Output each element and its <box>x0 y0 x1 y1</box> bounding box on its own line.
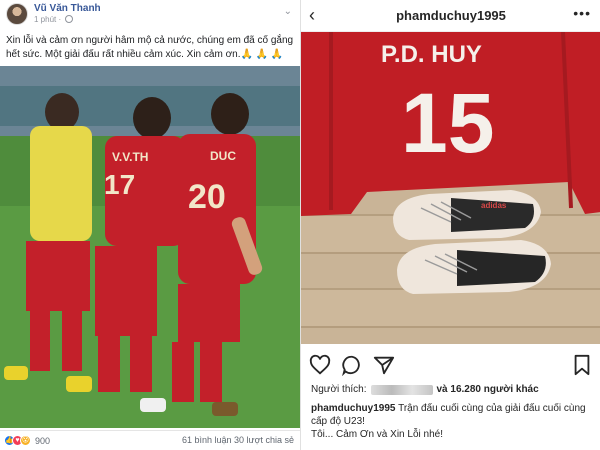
wow-reaction-icon: 😮 <box>20 435 31 446</box>
jersey-right-name: DUC <box>210 149 236 163</box>
post-timestamp[interactable]: 1 phút · <box>34 15 74 24</box>
caption-line-2: Tôi... Cảm Ơn và Xin Lỗi nhé! <box>311 429 443 440</box>
share-icon[interactable] <box>373 354 395 376</box>
reactions-summary[interactable]: 👍 ♥ 😮 900 <box>4 435 50 446</box>
jersey-right-number: 20 <box>188 178 226 216</box>
caption: phamduchuy1995 Trận đấu cuối cùng của gi… <box>311 402 596 441</box>
comment-icon[interactable] <box>341 354 363 376</box>
jersey-name-print: P.D. HUY <box>381 41 482 68</box>
boot-brand-label: adidas <box>481 201 507 210</box>
post-text: Xin lỗi và cảm ơn người hâm mộ cả nước, … <box>6 35 294 60</box>
facebook-post-header: Vũ Văn Thanh 1 phút · ⌄ <box>0 0 300 30</box>
jersey-and-boots-illustration: P.D. HUY 15 adidas <box>301 32 600 294</box>
comments-shares-count[interactable]: 61 bình luận 30 lượt chia sẻ <box>182 435 294 445</box>
likes-count: và 16.280 người khác <box>436 384 539 395</box>
instagram-post: ‹ phamduchuy1995 ••• P.D. HUY 15 adidas <box>300 0 600 450</box>
jersey-number-print: 15 <box>401 76 494 170</box>
globe-icon <box>65 15 74 23</box>
reaction-count: 900 <box>35 435 51 446</box>
heart-icon[interactable] <box>309 354 331 376</box>
more-options-icon[interactable]: ••• <box>573 5 591 21</box>
bookmark-icon[interactable] <box>571 354 593 376</box>
post-footer: 👍 ♥ 😮 900 61 bình luận 30 lượt chia sẻ <box>0 430 300 450</box>
instagram-header: ‹ phamduchuy1995 ••• <box>301 0 600 32</box>
likes-prefix: Người thích: <box>311 384 367 395</box>
profile-username-title: phamduchuy1995 <box>396 8 506 23</box>
likes-line[interactable]: Người thích: và 16.280 người khác <box>311 384 539 395</box>
post-time-text: 1 phút · <box>34 15 64 24</box>
jersey-left-name: V.V.TH <box>112 150 148 164</box>
players-photo-illustration: V.V.TH 17 DUC 20 <box>0 66 300 428</box>
caption-username[interactable]: phamduchuy1995 <box>311 403 395 414</box>
author-name[interactable]: Vũ Văn Thanh <box>34 3 101 14</box>
post-menu-chevron-icon[interactable]: ⌄ <box>284 6 292 17</box>
instagram-action-bar <box>301 350 600 380</box>
facebook-post: Vũ Văn Thanh 1 phút · ⌄ Xin lỗi và cảm ơ… <box>0 0 300 450</box>
instagram-photo[interactable]: P.D. HUY 15 adidas <box>301 32 600 344</box>
post-photo[interactable]: V.V.TH 17 DUC 20 <box>0 66 300 428</box>
author-avatar[interactable] <box>6 3 28 25</box>
blurred-username <box>370 384 433 395</box>
jersey-left-number: 17 <box>104 169 135 200</box>
